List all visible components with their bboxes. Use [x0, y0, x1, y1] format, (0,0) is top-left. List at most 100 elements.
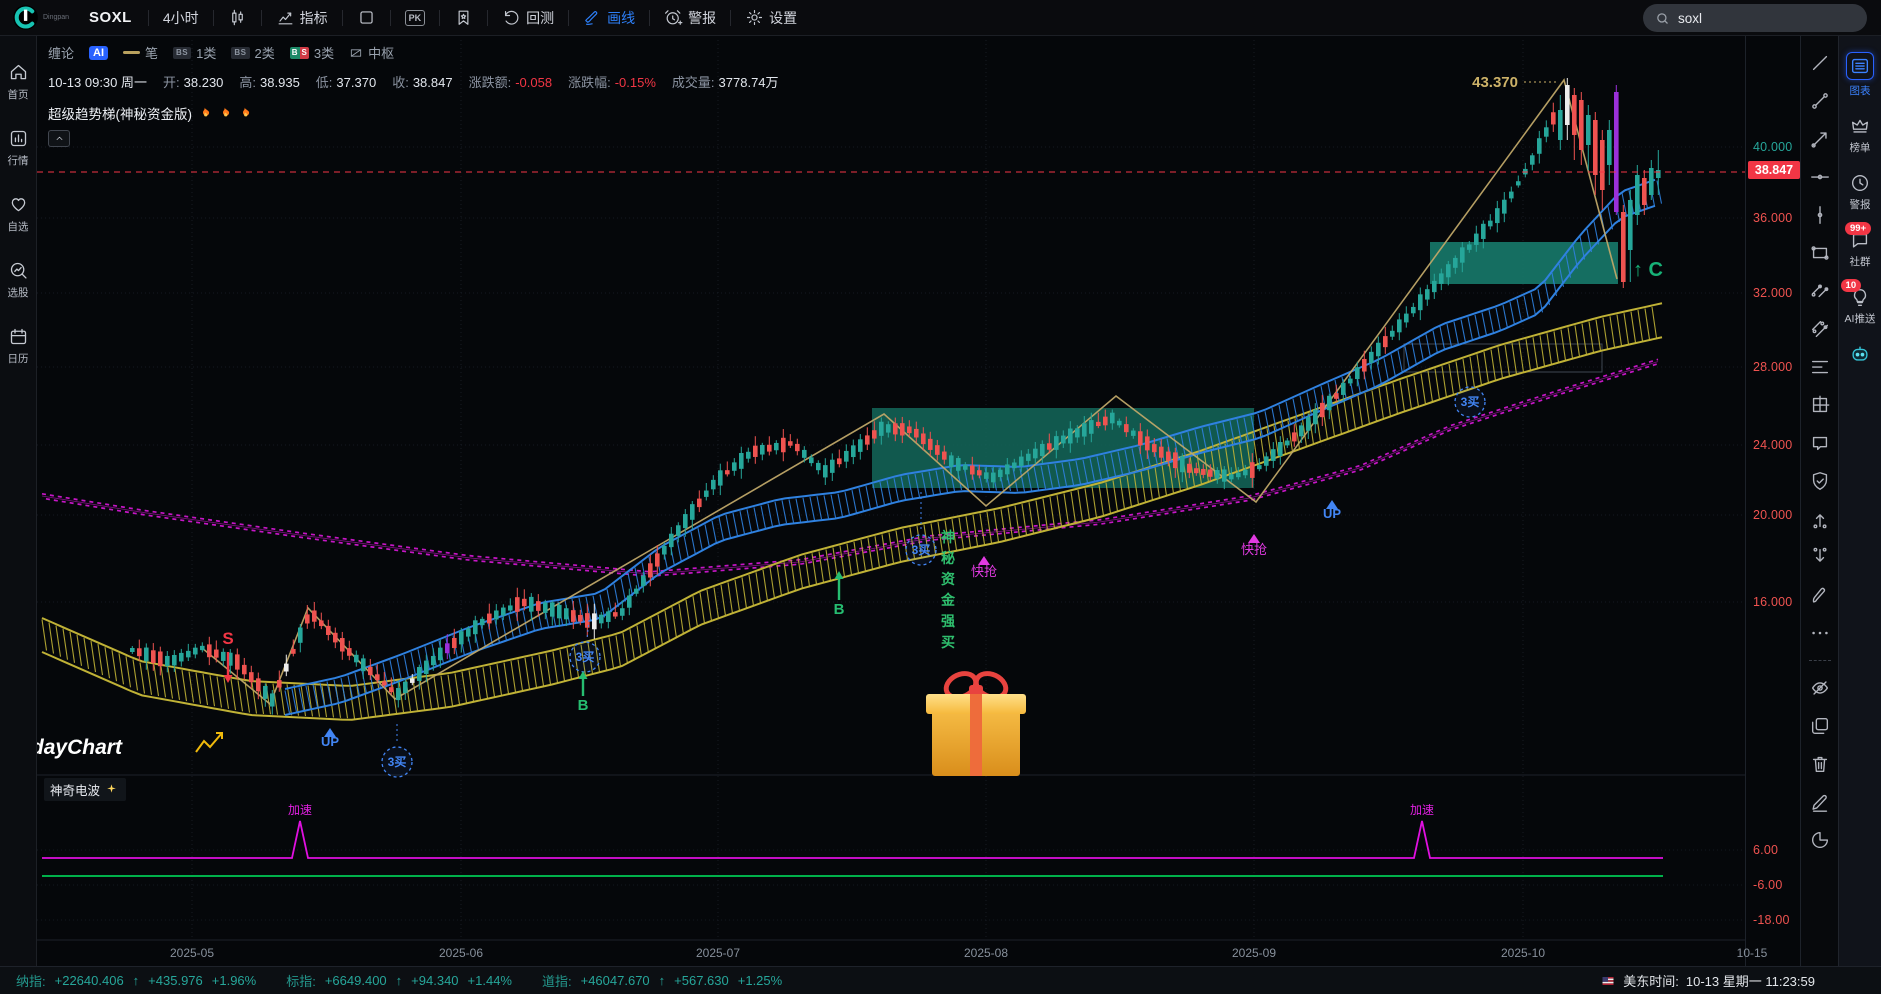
- up-arrow-icon: ↑: [133, 973, 140, 988]
- sidebar-item-market-label: 行情: [8, 153, 29, 168]
- pivot-box-icon: [349, 46, 363, 60]
- time-tick: 2025-09: [1222, 946, 1286, 960]
- fib-tool[interactable]: [1809, 356, 1831, 378]
- rect-tool[interactable]: [1809, 242, 1831, 264]
- ai-robot-button[interactable]: [1849, 343, 1871, 365]
- gift-ribbon: [970, 694, 982, 776]
- last-price-badge: 38.847: [1748, 161, 1800, 179]
- sidebar-item-community[interactable]: 99+社群: [1849, 229, 1871, 269]
- settings-button[interactable]: 设置: [739, 8, 803, 28]
- bookmark-icon: [454, 8, 473, 27]
- b-signal-2: B: [834, 601, 845, 618]
- index-change: +567.630: [674, 973, 729, 988]
- class2-toggle[interactable]: BS2类: [231, 43, 274, 62]
- ohlc-field: 成交量:3778.74万: [672, 72, 779, 91]
- ai-badge: AI: [89, 46, 108, 60]
- top-toolbar: Dingpan SOXL 4小时 指标PK回测画线警报设置 soxl: [0, 0, 1881, 36]
- ohlc-label: 成交量:: [672, 75, 715, 90]
- sidebar-item-ai-push[interactable]: 10AI推送: [1845, 286, 1876, 326]
- class3-toggle[interactable]: BS3类: [290, 43, 334, 62]
- pivot-toggle[interactable]: 中枢: [349, 43, 394, 62]
- collapse-indicator-button[interactable]: [48, 130, 70, 147]
- sidebar-item-alerts[interactable]: 警报: [1849, 172, 1871, 212]
- ohlc-field: 涨跌幅:-0.15%: [568, 72, 656, 91]
- class3-toggle-label: 3类: [314, 43, 334, 62]
- tpoints-tool[interactable]: [1809, 90, 1831, 112]
- ohlc-value: 38.230: [184, 75, 224, 90]
- tools-divider: [1809, 660, 1831, 661]
- alerts-button[interactable]: 警报: [658, 8, 722, 28]
- dots-tool[interactable]: [1809, 622, 1831, 644]
- ohlc-info-bar: 10-13 09:30 周一开:38.230高:38.935低:37.370收:…: [48, 72, 779, 91]
- grab-1: 快抢: [971, 564, 997, 579]
- b-signal-1: B: [578, 697, 589, 714]
- arrdown-tool[interactable]: [1809, 546, 1831, 568]
- eyeoff-tool[interactable]: [1809, 677, 1831, 699]
- main-chart[interactable]: 43.370SUP3买3买BB3买神秘资金强买快抢快抢UP3买↑ C加速加速To…: [37, 36, 1745, 966]
- time-tick: 2025-05: [160, 946, 224, 960]
- ai-chip[interactable]: AI: [89, 46, 108, 60]
- divider: [390, 10, 391, 26]
- sidebar-item-calendar[interactable]: 日历: [8, 326, 29, 366]
- candle-style-button[interactable]: [222, 8, 253, 27]
- bars-icon: [8, 128, 29, 149]
- chan-zigzag: [202, 80, 1617, 704]
- indicators-button[interactable]: 指标: [270, 8, 334, 28]
- right-sidebar: 图表榜单警报 99+社群 10AI推送: [1838, 36, 1881, 966]
- candles: [130, 78, 1661, 715]
- sidebar-item-leaderboard[interactable]: 榜单: [1849, 115, 1871, 155]
- search-input[interactable]: soxl: [1643, 4, 1867, 32]
- price-axis[interactable]: 40.00036.00032.00028.00024.00020.00016.0…: [1745, 36, 1801, 966]
- sidebar-item-watchlist[interactable]: 自选: [8, 194, 29, 234]
- annotations: 43.370SUP3买3买BB3买神秘资金强买快抢快抢UP3买↑ C加速加速To…: [37, 74, 1663, 817]
- sidebar-item-home[interactable]: 首页: [8, 62, 29, 102]
- symbol-button[interactable]: SOXL: [89, 9, 132, 26]
- stroke-toggle[interactable]: 笔: [123, 43, 158, 62]
- arrup-tool[interactable]: [1809, 508, 1831, 530]
- vline-tool[interactable]: [1809, 204, 1831, 226]
- chan-theory-toggle[interactable]: 缠论: [48, 43, 74, 62]
- ohlc-value: 10-13 09:30 周一: [48, 75, 147, 90]
- pencil-tool[interactable]: [1809, 791, 1831, 813]
- tline-tool[interactable]: [1809, 52, 1831, 74]
- backtest-button-label: 回测: [526, 8, 554, 28]
- hline-tool[interactable]: [1809, 166, 1831, 188]
- bookmark-button[interactable]: [448, 8, 479, 27]
- gridt-tool[interactable]: [1809, 394, 1831, 416]
- price-tick: -6.00: [1753, 878, 1783, 892]
- todaychart-logo-icon[interactable]: [12, 4, 39, 31]
- moon-tool[interactable]: [1809, 829, 1831, 851]
- sidebar-item-market[interactable]: 行情: [8, 128, 29, 168]
- trash-tool[interactable]: [1809, 753, 1831, 775]
- time-tick: 2025-06: [429, 946, 493, 960]
- eastern-time: 10-13 星期一 11:23:59: [1686, 971, 1815, 990]
- panel-icon: [1846, 52, 1874, 80]
- class1-toggle[interactable]: BS1类: [173, 43, 216, 62]
- replay-icon: [502, 8, 521, 27]
- tarrow-tool[interactable]: [1809, 128, 1831, 150]
- comment-tool[interactable]: [1809, 432, 1831, 454]
- ohlc-label: 高:: [239, 75, 256, 90]
- brush-tool[interactable]: [1809, 584, 1831, 606]
- backtest-button[interactable]: 回测: [496, 8, 560, 28]
- layers-tool[interactable]: [1809, 715, 1831, 737]
- alarm-icon: [664, 8, 683, 27]
- sidebar-item-screener[interactable]: 选股: [8, 260, 29, 300]
- channel-tool[interactable]: [1809, 280, 1831, 302]
- divider: [568, 10, 569, 26]
- channel2-tool[interactable]: [1809, 318, 1831, 340]
- pk-compare-button[interactable]: PK: [399, 10, 432, 26]
- index-name: 道指:: [542, 971, 572, 990]
- third-buy-4-label: 3买: [1461, 395, 1480, 409]
- divider: [439, 10, 440, 26]
- gift-promo[interactable]: [926, 672, 1026, 784]
- index-quote: 纳指:+22640.406↑+435.976+1.96%: [16, 971, 256, 990]
- shield-tool[interactable]: [1809, 470, 1831, 492]
- sidebar-item-chart[interactable]: 图表: [1846, 52, 1874, 98]
- stroke-toggle-label: 笔: [145, 43, 158, 62]
- timezone-clock: 美东时间: 10-13 星期一 11:23:59: [1600, 971, 1815, 990]
- draw-button[interactable]: 画线: [577, 8, 641, 28]
- third-buy-3-label: 3买: [912, 543, 931, 557]
- interval-button[interactable]: 4小时: [157, 8, 205, 28]
- layout-button[interactable]: [351, 8, 382, 27]
